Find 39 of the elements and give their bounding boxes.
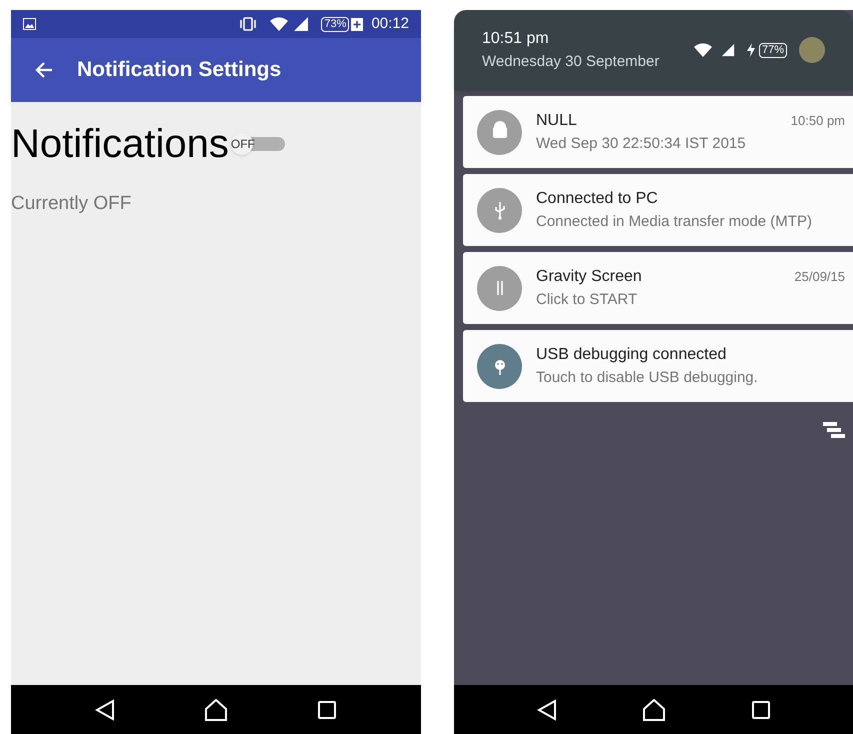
status-text: Currently OFF xyxy=(11,192,132,216)
notification-text: Touch to disable USB debugging. xyxy=(536,368,759,388)
back-icon[interactable] xyxy=(95,698,116,720)
notification-card[interactable]: Connected to PC Connected in Media transfer mode (MTP) xyxy=(463,174,853,246)
notification-title: Connected to PC xyxy=(536,188,659,209)
back-icon[interactable] xyxy=(536,698,556,720)
signal-icon xyxy=(293,16,310,32)
wifi-icon xyxy=(692,42,713,58)
image-icon xyxy=(23,18,36,30)
notification-title: NULL xyxy=(536,110,578,131)
notification-card[interactable]: Gravity Screen 25/09/15 Click to START xyxy=(463,252,853,324)
notification-title: Gravity Screen xyxy=(536,266,643,287)
battery-level: 73% xyxy=(321,16,350,32)
notification-card[interactable]: NULL 10:50 pm Wed Sep 30 22:50:34 IST 2015 xyxy=(463,96,853,168)
back-arrow-icon[interactable] xyxy=(35,61,53,79)
notifications-heading: Notifications xyxy=(11,121,229,168)
notification-time: 25/09/15 xyxy=(794,268,845,286)
shade-date: Wednesday 30 September xyxy=(482,52,660,72)
avatar[interactable] xyxy=(799,37,825,63)
notification-time: 10:50 pm xyxy=(790,112,845,130)
home-icon[interactable] xyxy=(204,698,228,720)
signal-icon xyxy=(720,43,735,57)
notifications-switch[interactable]: OFF xyxy=(230,131,285,157)
notification-text: Wed Sep 30 22:50:34 IST 2015 xyxy=(536,134,747,154)
notification-text: Click to START xyxy=(536,290,638,310)
notification-text: Connected in Media transfer mode (MTP) xyxy=(536,212,813,232)
home-icon[interactable] xyxy=(642,698,666,720)
charging-icon xyxy=(746,43,755,57)
recents-icon[interactable] xyxy=(750,700,770,720)
vibrate-icon xyxy=(239,17,258,31)
notification-title: USB debugging connected xyxy=(536,344,728,365)
battery-level: 77% xyxy=(758,42,787,58)
clock: 00:12 xyxy=(371,14,409,34)
recents-icon[interactable] xyxy=(316,700,337,720)
wifi-icon xyxy=(269,16,290,32)
notification-card[interactable]: USB debugging connected Touch to disable USB debugging. xyxy=(463,330,853,402)
app-bar-title: Notification Settings xyxy=(77,57,282,84)
charging-icon xyxy=(351,18,364,30)
shade-time: 10:51 pm xyxy=(482,28,550,49)
